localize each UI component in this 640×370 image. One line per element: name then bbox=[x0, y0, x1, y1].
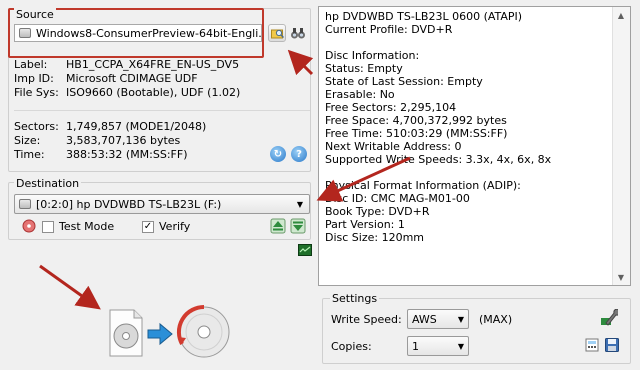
annotation-arrow-write bbox=[39, 264, 101, 310]
annotation-arrow-browse bbox=[287, 49, 314, 76]
annotation-arrows bbox=[39, 49, 411, 310]
annotation-arrow-destination bbox=[316, 156, 411, 202]
